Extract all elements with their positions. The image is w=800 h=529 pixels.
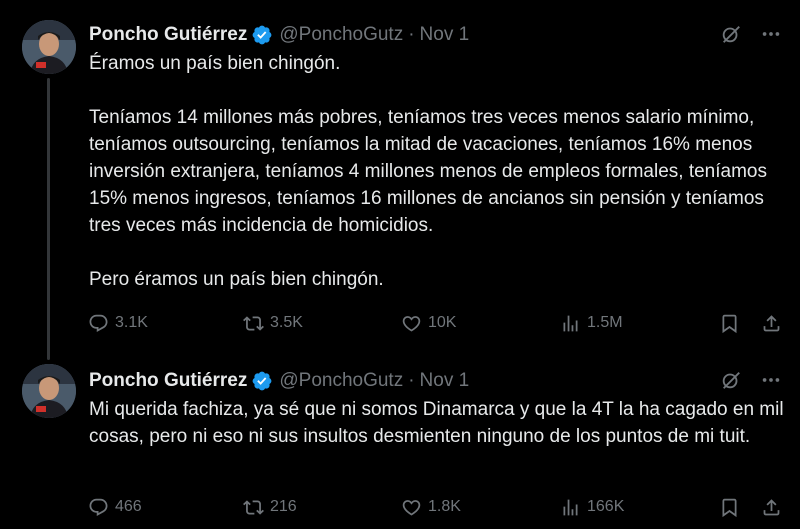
top-actions xyxy=(720,23,782,45)
share-icon xyxy=(763,314,780,331)
repost-count: 216 xyxy=(270,498,297,515)
verified-badge-icon xyxy=(252,25,272,45)
views-button[interactable]: 166K xyxy=(560,497,624,518)
repost-icon xyxy=(243,315,264,331)
display-name[interactable]: Poncho Gutiérrez xyxy=(89,370,247,392)
tweet-paragraph: Pero éramos un país bien chingón. xyxy=(89,269,384,290)
like-count: 1.8K xyxy=(428,498,461,515)
top-actions xyxy=(720,369,782,391)
more-icon[interactable] xyxy=(760,369,782,391)
like-count: 10K xyxy=(428,314,457,331)
tweet-paragraph: Éramos un país bien chingón. xyxy=(89,53,341,74)
verified-badge-icon xyxy=(252,371,272,391)
repost-icon xyxy=(243,499,264,515)
views-count: 166K xyxy=(587,498,625,515)
grok-icon[interactable] xyxy=(720,23,742,45)
handle[interactable]: @PonchoGutz xyxy=(279,370,403,392)
thread-line xyxy=(47,78,50,360)
tweet-paragraph: Mi querida fachiza, ya sé que ni somos D… xyxy=(89,399,784,447)
tweet[interactable]: Poncho Gutiérrez @PonchoGutz · Nov 1 Mi … xyxy=(0,350,800,529)
repost-button[interactable]: 3.5K xyxy=(243,313,303,334)
display-name[interactable]: Poncho Gutiérrez xyxy=(89,24,247,46)
views-icon xyxy=(563,315,578,331)
tweet-paragraph: Teníamos 14 millones más pobres, teníamo… xyxy=(89,107,767,236)
handle[interactable]: @PonchoGutz xyxy=(279,24,403,46)
reply-button[interactable]: 466 xyxy=(88,497,142,518)
repost-button[interactable]: 216 xyxy=(243,497,297,518)
separator: · xyxy=(408,370,415,391)
reply-icon xyxy=(89,498,108,516)
reply-count: 466 xyxy=(115,498,142,515)
views-count: 1.5M xyxy=(587,314,623,331)
share-icon xyxy=(763,498,780,515)
views-icon xyxy=(563,499,578,515)
bookmark-icon xyxy=(722,498,737,517)
tweet[interactable]: Poncho Gutiérrez @PonchoGutz · Nov 1 Éra… xyxy=(0,0,800,360)
more-icon[interactable] xyxy=(760,23,782,45)
avatar[interactable] xyxy=(22,20,76,74)
like-icon xyxy=(402,499,421,516)
share-button[interactable] xyxy=(761,497,782,518)
bookmark-icon xyxy=(722,314,737,333)
action-bar: 466 216 1.8K 166K xyxy=(88,493,788,521)
action-bar: 3.1K 3.5K 10K 1.5M xyxy=(88,309,788,337)
tweet-header: Poncho Gutiérrez @PonchoGutz · Nov 1 xyxy=(89,368,469,394)
like-button[interactable]: 10K xyxy=(401,313,456,334)
like-icon xyxy=(402,315,421,332)
timestamp[interactable]: Nov 1 xyxy=(420,370,470,392)
grok-icon[interactable] xyxy=(720,369,742,391)
views-button[interactable]: 1.5M xyxy=(560,313,623,334)
reply-icon xyxy=(89,314,108,332)
like-button[interactable]: 1.8K xyxy=(401,497,461,518)
tweet-text: Mi querida fachiza, ya sé que ni somos D… xyxy=(89,396,789,450)
bookmark-button[interactable] xyxy=(719,313,740,334)
bookmark-button[interactable] xyxy=(719,497,740,518)
tweet-text: Éramos un país bien chingón. Teníamos 14… xyxy=(89,50,789,293)
reply-count: 3.1K xyxy=(115,314,148,331)
tweet-header: Poncho Gutiérrez @PonchoGutz · Nov 1 xyxy=(89,22,469,48)
reply-button[interactable]: 3.1K xyxy=(88,313,148,334)
separator: · xyxy=(408,24,415,45)
share-button[interactable] xyxy=(761,313,782,334)
timestamp[interactable]: Nov 1 xyxy=(420,24,470,46)
repost-count: 3.5K xyxy=(270,314,303,331)
avatar[interactable] xyxy=(22,364,76,418)
